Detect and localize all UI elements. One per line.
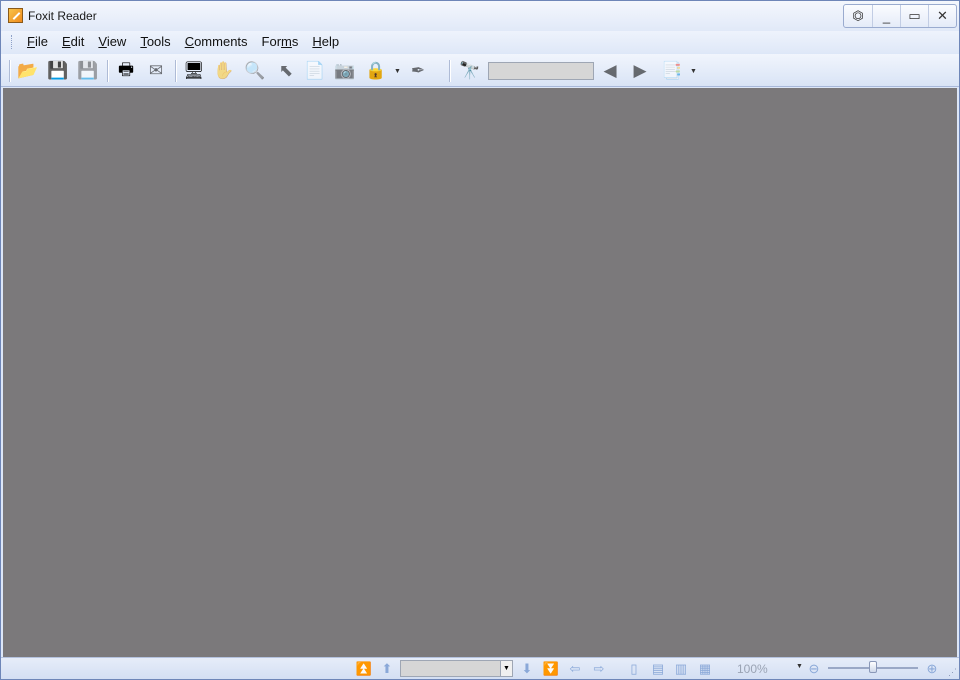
toolbar-separator: [107, 60, 108, 82]
toolbar: 📂 💾 💾 🖶 ✉ 🖥 ✋ 🔍 ⬉ 📄 📷 🔒 ▼ ✒ 🔭 ◀ ▶ 📑 ▼: [1, 54, 959, 87]
go-forward-icon[interactable]: ⇨: [590, 660, 608, 678]
search-options-icon[interactable]: 📑: [660, 59, 684, 83]
save-all-icon[interactable]: 💾: [76, 59, 100, 83]
email-icon[interactable]: ✉: [144, 59, 168, 83]
menu-grip[interactable]: [11, 35, 14, 49]
full-screen-icon[interactable]: 🖥: [182, 59, 206, 83]
toolbar-grip[interactable]: [9, 60, 10, 82]
menu-edit[interactable]: Edit: [55, 32, 91, 52]
rms-dropdown-icon[interactable]: ▼: [394, 68, 401, 75]
menu-help[interactable]: Help: [305, 32, 346, 52]
search-options-dropdown-icon[interactable]: ▼: [690, 68, 697, 75]
ribbon-toggle-icon[interactable]: ⏣: [844, 5, 872, 27]
zoom-in-icon[interactable]: ⊕: [923, 660, 941, 678]
find-binoculars-icon[interactable]: 🔭: [458, 59, 482, 83]
find-previous-icon[interactable]: ◀: [598, 59, 622, 83]
first-page-icon[interactable]: ⏫: [355, 660, 373, 678]
single-page-icon[interactable]: ▯: [625, 660, 643, 678]
select-pointer-icon[interactable]: ⬉: [274, 59, 298, 83]
go-back-icon[interactable]: ⇦: [566, 660, 584, 678]
save-icon[interactable]: 💾: [46, 59, 70, 83]
page-dropdown-icon[interactable]: ▼: [500, 661, 512, 676]
zoom-slider-thumb[interactable]: [869, 661, 877, 673]
find-input[interactable]: [488, 62, 594, 80]
sign-pen-icon[interactable]: ✒: [406, 59, 430, 83]
continuous-page-icon[interactable]: ▤: [649, 660, 667, 678]
close-button[interactable]: ✕: [928, 5, 956, 27]
maximize-button[interactable]: ▭: [900, 5, 928, 27]
snapshot-camera-icon[interactable]: 📷: [333, 59, 357, 83]
zoom-tool-icon[interactable]: 🔍: [243, 59, 267, 83]
minimize-button[interactable]: _: [872, 5, 900, 27]
window-controls: ⏣ _ ▭ ✕: [843, 4, 957, 28]
resize-grip-icon[interactable]: ⋰: [948, 667, 957, 678]
facing-pages-icon[interactable]: ▥: [672, 660, 690, 678]
zoom-level-value[interactable]: 100%: [737, 662, 768, 676]
status-bar: ⏫ ⬆ ▼ ⬇ ⏬ ⇦ ⇨ ▯ ▤ ▥ ▦ 100% ▼ ⊖ ⊕ ⋰: [1, 657, 959, 679]
toolbar-grip[interactable]: [449, 60, 450, 82]
menu-comments[interactable]: Comments: [178, 32, 255, 52]
menu-file[interactable]: File: [20, 32, 55, 52]
print-icon[interactable]: 🖶: [114, 59, 138, 83]
open-folder-icon[interactable]: 📂: [16, 59, 40, 83]
rms-lock-icon[interactable]: 🔒: [364, 59, 388, 83]
window-title: Foxit Reader: [28, 9, 97, 23]
select-text-icon[interactable]: 📄: [303, 59, 327, 83]
menu-view[interactable]: View: [91, 32, 133, 52]
last-page-icon[interactable]: ⏬: [542, 660, 560, 678]
zoom-out-icon[interactable]: ⊖: [805, 660, 823, 678]
previous-page-icon[interactable]: ⬆: [378, 660, 396, 678]
toolbar-separator: [175, 60, 176, 82]
next-page-icon[interactable]: ⬇: [518, 660, 536, 678]
menu-forms[interactable]: Forms: [255, 32, 306, 52]
zoom-dropdown-icon[interactable]: ▼: [796, 663, 803, 670]
find-next-icon[interactable]: ▶: [628, 59, 652, 83]
app-window: Foxit Reader ⏣ _ ▭ ✕ File Edit View Tool…: [0, 0, 960, 680]
foxit-app-icon[interactable]: [8, 8, 23, 23]
hand-tool-icon[interactable]: ✋: [212, 59, 236, 83]
title-bar[interactable]: Foxit Reader ⏣ _ ▭ ✕: [1, 1, 959, 31]
menu-tools[interactable]: Tools: [133, 32, 177, 52]
page-number-select[interactable]: ▼: [400, 660, 513, 677]
menu-bar: File Edit View Tools Comments Forms Help: [1, 31, 959, 53]
continuous-facing-icon[interactable]: ▦: [696, 660, 714, 678]
document-area[interactable]: [3, 88, 957, 657]
